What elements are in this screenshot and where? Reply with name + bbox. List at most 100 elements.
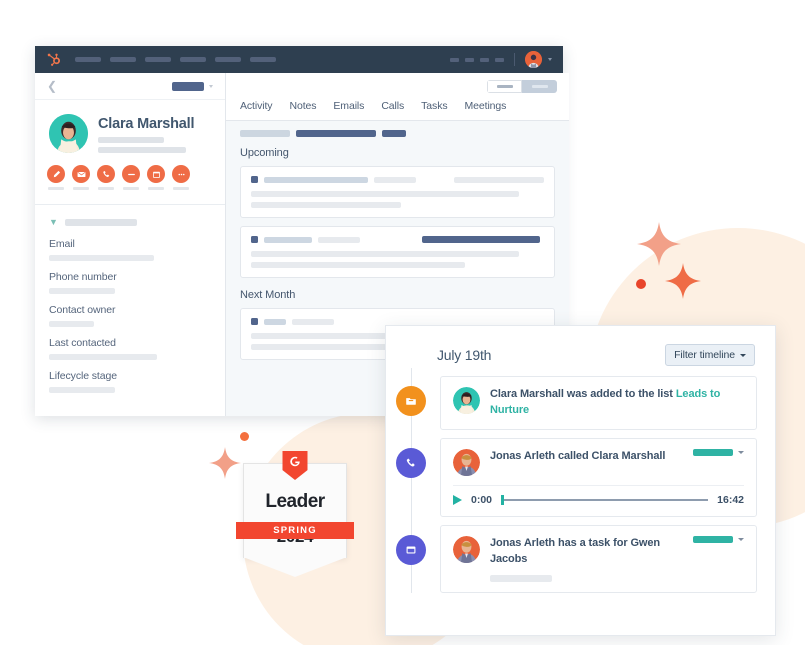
g2-badge-body: Leader SPRING 2024: [236, 451, 354, 558]
card-body-line-1: [251, 251, 519, 257]
action-more[interactable]: [172, 165, 190, 190]
card-badge-placeholder: [422, 236, 540, 243]
property-value-placeholder[interactable]: [49, 321, 94, 327]
action-label-6: [173, 187, 189, 190]
action-email[interactable]: [72, 165, 90, 190]
filter-chip-1[interactable]: [240, 130, 290, 137]
chevron-left-icon[interactable]: ❮: [47, 80, 57, 92]
action-label-1: [48, 187, 64, 190]
list-view-icon[interactable]: [487, 80, 522, 93]
navbar-action-3[interactable]: [480, 57, 489, 62]
card-title-placeholder: [264, 236, 312, 243]
filter-chip-row[interactable]: [240, 130, 555, 137]
timeline-card[interactable]: Clara Marshall was added to the list Lea…: [440, 376, 757, 430]
navbar-avatar[interactable]: [525, 51, 542, 68]
task-icon[interactable]: [122, 165, 140, 183]
sidebar-primary-button[interactable]: [172, 81, 204, 91]
audio-progress-track[interactable]: [501, 495, 709, 506]
navbar-right-actions[interactable]: [450, 51, 552, 68]
filter-timeline-button[interactable]: Filter timeline: [665, 344, 755, 366]
email-icon[interactable]: [72, 165, 90, 183]
timeline-entry-status[interactable]: [693, 448, 744, 456]
card-meta-placeholder: [318, 236, 360, 243]
property-value-placeholder[interactable]: [49, 354, 157, 360]
property-value-placeholder[interactable]: [49, 387, 115, 393]
phone-call-icon: [396, 447, 426, 478]
timeline-date-heading: July 19th: [437, 347, 492, 363]
property-value-placeholder[interactable]: [49, 255, 154, 261]
board-view-icon[interactable]: [522, 80, 557, 93]
status-badge[interactable]: [693, 535, 733, 543]
hubspot-sprocket-logo-icon[interactable]: [46, 52, 61, 67]
activity-card[interactable]: [240, 226, 555, 278]
nav-item-3[interactable]: [145, 57, 171, 62]
meeting-calendar-icon[interactable]: [147, 165, 165, 183]
contact-properties: ▼ Email Phone number Contact owner Last …: [35, 205, 225, 393]
note-edit-icon[interactable]: [47, 165, 65, 183]
property-label: Email: [49, 238, 75, 250]
timeline-card[interactable]: Jonas Arleth called Clara Marshall 0:00 …: [440, 437, 757, 517]
card-date-placeholder: [454, 176, 544, 183]
navbar-action-2[interactable]: [465, 57, 474, 62]
contact-action-buttons[interactable]: [35, 153, 225, 190]
g2-season-ribbon: SPRING: [236, 522, 354, 539]
more-ellipsis-icon[interactable]: [172, 165, 190, 183]
chevron-down-icon: [740, 353, 746, 357]
navbar-action-1[interactable]: [450, 57, 459, 62]
property-value-placeholder[interactable]: [49, 288, 115, 294]
action-call[interactable]: [97, 165, 115, 190]
action-label-3: [98, 187, 114, 190]
nav-item-1[interactable]: [75, 57, 101, 62]
property-phone-number: Phone number: [49, 271, 211, 294]
action-label-4: [123, 187, 139, 190]
timeline-panel: July 19th Filter timeline Clara Marshall…: [385, 325, 776, 636]
tab-calls[interactable]: Calls: [381, 100, 404, 113]
task-window-icon: [396, 534, 426, 565]
timeline-entry-prefix: Clara Marshall was added to the list: [490, 388, 676, 400]
status-badge[interactable]: [693, 448, 733, 456]
contact-sub-line-1: [98, 137, 164, 143]
card-title-placeholder: [264, 318, 286, 325]
nav-item-4[interactable]: [180, 57, 206, 62]
timeline-entry-status[interactable]: [693, 535, 744, 543]
filter-chip-2[interactable]: [296, 130, 376, 137]
audio-progress-knob[interactable]: [501, 495, 504, 506]
card-marker-icon: [251, 176, 258, 183]
navbar-caret-icon[interactable]: [548, 58, 552, 61]
timeline-entry-call: Jonas Arleth called Clara Marshall 0:00 …: [386, 437, 757, 517]
activity-tabs[interactable]: Activity Notes Emails Calls Tasks Meetin…: [226, 100, 569, 121]
action-meeting[interactable]: [147, 165, 165, 190]
nav-item-2[interactable]: [110, 57, 136, 62]
call-audio-player[interactable]: 0:00 16:42: [453, 484, 744, 506]
contact-avatar: [49, 114, 88, 153]
view-toggle[interactable]: [487, 80, 557, 93]
card-meta-placeholder: [292, 318, 334, 325]
nav-item-5[interactable]: [215, 57, 241, 62]
tab-tasks[interactable]: Tasks: [421, 100, 447, 113]
timeline-entry-text: Jonas Arleth called Clara Marshall: [490, 449, 666, 462]
tab-meetings[interactable]: Meetings: [465, 100, 507, 113]
tab-activity[interactable]: Activity: [240, 100, 273, 113]
contact-sidebar: ❮ Clara Marshall ▼ Email Phone number Co…: [35, 73, 226, 416]
navbar-links[interactable]: [75, 57, 276, 62]
navbar-action-4[interactable]: [495, 57, 504, 62]
play-icon[interactable]: [453, 494, 462, 505]
filter-chip-3[interactable]: [382, 130, 406, 137]
timeline-card[interactable]: Jonas Arleth has a task for Gwen Jacobs: [440, 524, 757, 593]
audio-total-time: 16:42: [717, 493, 744, 506]
chevron-down-icon[interactable]: [738, 537, 744, 541]
chevron-down-icon[interactable]: [738, 450, 744, 454]
call-icon[interactable]: [97, 165, 115, 183]
properties-section-header[interactable]: ▼: [49, 218, 211, 227]
chevron-down-icon[interactable]: ▼: [49, 218, 58, 227]
contact-name: Clara Marshall: [98, 116, 195, 132]
audio-current-time: 0:00: [471, 493, 493, 506]
nav-item-6[interactable]: [250, 57, 276, 62]
action-task[interactable]: [122, 165, 140, 190]
action-note-edit[interactable]: [47, 165, 65, 190]
dot-left: [240, 432, 249, 441]
sidebar-button-caret-icon[interactable]: [209, 84, 213, 88]
tab-notes[interactable]: Notes: [289, 100, 316, 113]
activity-card[interactable]: [240, 166, 555, 218]
tab-emails[interactable]: Emails: [333, 100, 364, 113]
